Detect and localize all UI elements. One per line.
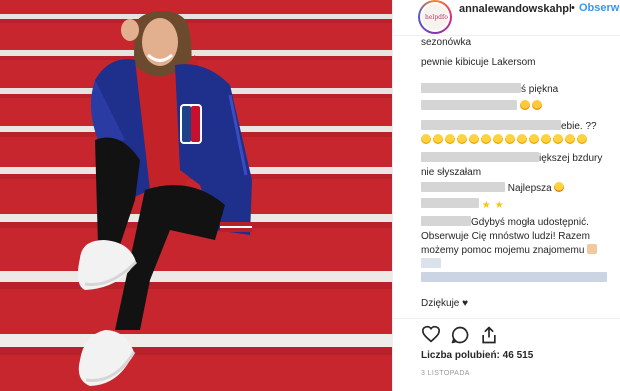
post-date: 3 LISTOPADA xyxy=(421,370,470,377)
laughing-emoji-icon xyxy=(445,134,455,144)
comment-5: iększej bzdury xyxy=(421,152,602,165)
blurred-text xyxy=(421,198,479,208)
follow-button[interactable]: Obserwuj xyxy=(579,2,620,14)
photo-illustration xyxy=(0,0,392,391)
comment-7-cont-1: Obserwuje Cię mnóstwo ludzi! Razem xyxy=(421,230,590,243)
comment-1: sezonówka xyxy=(421,36,471,49)
post-photo[interactable] xyxy=(0,0,392,391)
blurred-username xyxy=(421,216,471,226)
heart-icon[interactable] xyxy=(421,325,441,348)
kiss-emoji-icon xyxy=(519,100,530,110)
comment-text: możemy pomoc mojemu znajomemu xyxy=(421,245,585,256)
kiss-emoji-icon xyxy=(531,100,542,110)
header-separator: • xyxy=(571,2,575,14)
comment-7-cont-3 xyxy=(421,258,441,271)
share-icon[interactable] xyxy=(479,325,499,350)
comment-icon[interactable] xyxy=(450,325,470,350)
praying-hands-emoji-icon xyxy=(587,244,598,254)
comment-text: sezonówka xyxy=(421,37,472,48)
blurred-username xyxy=(421,182,505,192)
laughing-emoji-icon xyxy=(577,134,587,144)
comment-text: Gdybyś mogła udostępnić. xyxy=(471,217,589,228)
blurred-text xyxy=(421,100,517,110)
comment-text: Najlepsza xyxy=(507,183,552,194)
star-emoji-icon: ★ xyxy=(481,200,491,211)
blurred-text xyxy=(421,258,441,268)
laughing-emoji-icon xyxy=(493,134,503,144)
heart-eyes-emoji-icon xyxy=(554,182,565,192)
comment-text: ebie. ?? xyxy=(561,121,597,132)
comment-5-cont: nie słyszałam xyxy=(421,166,481,179)
laughing-emoji-icon xyxy=(553,134,563,144)
comments-list[interactable]: sezonówka pewnie kibicuje Lakersom ś pię… xyxy=(393,36,620,294)
comment-text: nie słyszałam xyxy=(421,167,482,178)
blurred-username xyxy=(421,83,521,93)
laughing-emoji-icon xyxy=(541,134,551,144)
comment-4-emoji xyxy=(421,134,589,147)
comment-text: pewnie kibicuje Lakersom xyxy=(421,57,536,68)
comment-8: Dziękuje ♥ xyxy=(421,297,468,310)
laughing-emoji-icon xyxy=(517,134,527,144)
laughing-emoji-icon xyxy=(433,134,443,144)
comment-7: Gdybyś mogła udostępnić. xyxy=(421,216,589,229)
laughing-emoji-icon xyxy=(481,134,491,144)
comment-6: Najlepsza xyxy=(421,182,566,195)
laughing-emoji-icon xyxy=(565,134,575,144)
likes-count[interactable]: Liczba polubień: 46 515 xyxy=(421,350,533,361)
comment-3-emoji xyxy=(421,100,544,113)
comment-text: Dziękuje ♥ xyxy=(421,298,469,309)
comment-6-stars: ★ ★ xyxy=(421,198,508,211)
star-emoji-icon: ★ xyxy=(494,200,504,211)
comment-text: iększej bzdury xyxy=(539,153,603,164)
laughing-emoji-icon xyxy=(457,134,467,144)
username-link[interactable]: annalewandowskahpba xyxy=(459,3,571,15)
comment-text: ś piękna xyxy=(521,84,559,95)
blurred-username xyxy=(421,152,539,162)
comment-7-link xyxy=(421,272,607,285)
comment-7-cont-2: możemy pomoc mojemu znajomemu xyxy=(421,244,599,257)
laughing-emoji-icon xyxy=(469,134,479,144)
blurred-link xyxy=(421,272,607,282)
comment-4: ebie. ?? xyxy=(421,120,597,133)
laughing-emoji-icon xyxy=(529,134,539,144)
laughing-emoji-icon xyxy=(505,134,515,144)
post-header: helpdfod annalewandowskahpba • Obserwuj xyxy=(393,0,620,36)
avatar-logo-text: helpdfod xyxy=(425,14,448,21)
comment-2: pewnie kibicuje Lakersom xyxy=(421,56,536,69)
comment-text: Obserwuje Cię mnóstwo ludzi! Razem xyxy=(421,231,590,242)
post-side-panel: helpdfod annalewandowskahpba • Obserwuj … xyxy=(392,0,620,391)
laughing-emoji-icon xyxy=(421,134,431,144)
blurred-username xyxy=(421,120,561,130)
avatar[interactable]: helpdfod xyxy=(418,0,452,34)
comment-3: ś piękna xyxy=(421,83,558,96)
action-separator xyxy=(393,318,620,319)
